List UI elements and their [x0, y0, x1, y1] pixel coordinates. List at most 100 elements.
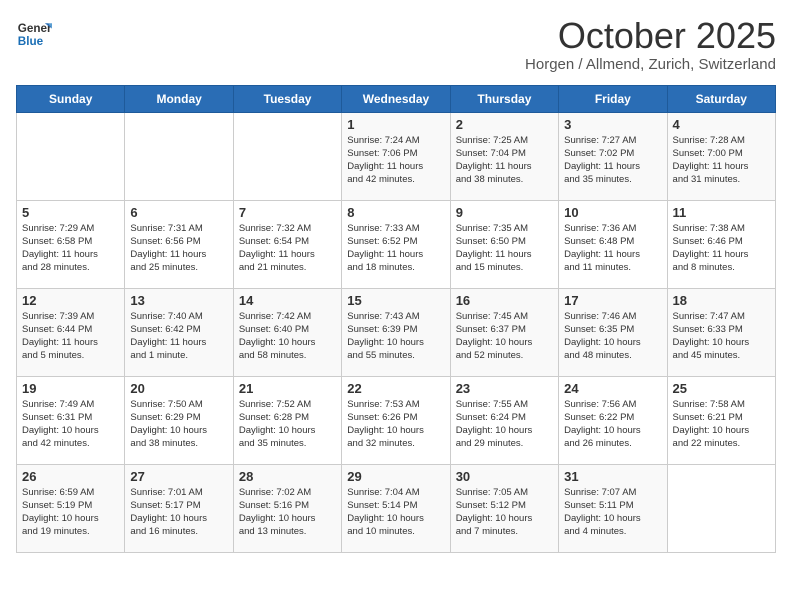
header-row: SundayMondayTuesdayWednesdayThursdayFrid…	[17, 85, 776, 112]
day-number: 21	[239, 381, 336, 396]
day-info: Sunrise: 7:36 AMSunset: 6:48 PMDaylight:…	[564, 222, 661, 275]
day-number: 20	[130, 381, 227, 396]
week-row-1: 1 Sunrise: 7:24 AMSunset: 7:06 PMDaylight…	[17, 112, 776, 200]
calendar-cell: 31 Sunrise: 7:07 AMSunset: 5:11 PMDayligh…	[559, 464, 667, 552]
day-number: 4	[673, 117, 770, 132]
week-row-3: 12Sunrise: 7:39 AMSunset: 6:44 PMDayligh…	[17, 288, 776, 376]
day-number: 9	[456, 205, 553, 220]
location: Horgen / Allmend, Zurich, Switzerland	[525, 56, 776, 73]
day-number: 24	[564, 381, 661, 396]
day-info: Sunrise: 7:27 AMSunset: 7:02 PMDaylight:…	[564, 134, 661, 187]
day-header-tuesday: Tuesday	[233, 85, 341, 112]
day-info: Sunrise: 7:04 AMSunset: 5:14 PMDaylight:…	[347, 486, 444, 539]
calendar-cell	[233, 112, 341, 200]
calendar-cell: 10Sunrise: 7:36 AMSunset: 6:48 PMDayligh…	[559, 200, 667, 288]
calendar-cell: 1 Sunrise: 7:24 AMSunset: 7:06 PMDaylight…	[342, 112, 450, 200]
calendar-cell: 23Sunrise: 7:55 AMSunset: 6:24 PMDayligh…	[450, 376, 558, 464]
calendar-cell: 3 Sunrise: 7:27 AMSunset: 7:02 PMDaylight…	[559, 112, 667, 200]
day-info: Sunrise: 7:32 AMSunset: 6:54 PMDaylight:…	[239, 222, 336, 275]
calendar-cell: 8Sunrise: 7:33 AMSunset: 6:52 PMDaylight…	[342, 200, 450, 288]
day-number: 30	[456, 469, 553, 484]
day-header-sunday: Sunday	[17, 85, 125, 112]
day-info: Sunrise: 7:05 AMSunset: 5:12 PMDaylight:…	[456, 486, 553, 539]
svg-text:Blue: Blue	[18, 35, 44, 48]
day-number: 14	[239, 293, 336, 308]
day-info: Sunrise: 7:31 AMSunset: 6:56 PMDaylight:…	[130, 222, 227, 275]
day-number: 3	[564, 117, 661, 132]
calendar-cell: 18Sunrise: 7:47 AMSunset: 6:33 PMDayligh…	[667, 288, 775, 376]
day-info: Sunrise: 7:40 AMSunset: 6:42 PMDaylight:…	[130, 310, 227, 363]
day-number: 18	[673, 293, 770, 308]
day-header-friday: Friday	[559, 85, 667, 112]
calendar-cell: 27Sunrise: 7:01 AMSunset: 5:17 PMDayligh…	[125, 464, 233, 552]
day-header-wednesday: Wednesday	[342, 85, 450, 112]
day-info: Sunrise: 7:45 AMSunset: 6:37 PMDaylight:…	[456, 310, 553, 363]
day-info: Sunrise: 7:43 AMSunset: 6:39 PMDaylight:…	[347, 310, 444, 363]
day-info: Sunrise: 7:56 AMSunset: 6:22 PMDaylight:…	[564, 398, 661, 451]
day-header-saturday: Saturday	[667, 85, 775, 112]
calendar-cell: 9 Sunrise: 7:35 AMSunset: 6:50 PMDaylight…	[450, 200, 558, 288]
logo: General Blue	[16, 16, 52, 52]
day-number: 28	[239, 469, 336, 484]
calendar-cell: 26 Sunrise: 6:59 AMSunset: 5:19 PMDayligh…	[17, 464, 125, 552]
calendar-cell: 15Sunrise: 7:43 AMSunset: 6:39 PMDayligh…	[342, 288, 450, 376]
day-info: Sunrise: 7:50 AMSunset: 6:29 PMDaylight:…	[130, 398, 227, 451]
calendar-cell	[667, 464, 775, 552]
page-header: General Blue October 2025 Horgen / Allme…	[16, 16, 776, 73]
title-block: October 2025 Horgen / Allmend, Zurich, S…	[525, 16, 776, 73]
day-info: Sunrise: 7:02 AMSunset: 5:16 PMDaylight:…	[239, 486, 336, 539]
day-number: 1	[347, 117, 444, 132]
day-info: Sunrise: 7:38 AMSunset: 6:46 PMDaylight:…	[673, 222, 770, 275]
day-info: Sunrise: 7:58 AMSunset: 6:21 PMDaylight:…	[673, 398, 770, 451]
day-info: Sunrise: 7:24 AMSunset: 7:06 PMDaylight:…	[347, 134, 444, 187]
month-title: October 2025	[525, 16, 776, 56]
day-number: 11	[673, 205, 770, 220]
calendar-cell: 13 Sunrise: 7:40 AMSunset: 6:42 PMDayligh…	[125, 288, 233, 376]
day-info: Sunrise: 7:52 AMSunset: 6:28 PMDaylight:…	[239, 398, 336, 451]
day-info: Sunrise: 7:07 AMSunset: 5:11 PMDaylight:…	[564, 486, 661, 539]
day-info: Sunrise: 7:29 AMSunset: 6:58 PMDaylight:…	[22, 222, 119, 275]
week-row-4: 19Sunrise: 7:49 AMSunset: 6:31 PMDayligh…	[17, 376, 776, 464]
day-info: Sunrise: 7:28 AMSunset: 7:00 PMDaylight:…	[673, 134, 770, 187]
day-info: Sunrise: 7:39 AMSunset: 6:44 PMDaylight:…	[22, 310, 119, 363]
calendar-cell	[125, 112, 233, 200]
day-info: Sunrise: 7:46 AMSunset: 6:35 PMDaylight:…	[564, 310, 661, 363]
day-number: 17	[564, 293, 661, 308]
day-info: Sunrise: 7:33 AMSunset: 6:52 PMDaylight:…	[347, 222, 444, 275]
week-row-5: 26 Sunrise: 6:59 AMSunset: 5:19 PMDayligh…	[17, 464, 776, 552]
calendar-cell: 11 Sunrise: 7:38 AMSunset: 6:46 PMDayligh…	[667, 200, 775, 288]
calendar-cell: 20 Sunrise: 7:50 AMSunset: 6:29 PMDayligh…	[125, 376, 233, 464]
day-number: 25	[673, 381, 770, 396]
calendar-cell: 7Sunrise: 7:32 AMSunset: 6:54 PMDaylight…	[233, 200, 341, 288]
calendar-cell: 28 Sunrise: 7:02 AMSunset: 5:16 PMDayligh…	[233, 464, 341, 552]
day-number: 29	[347, 469, 444, 484]
calendar-cell: 30 Sunrise: 7:05 AMSunset: 5:12 PMDayligh…	[450, 464, 558, 552]
day-info: Sunrise: 7:55 AMSunset: 6:24 PMDaylight:…	[456, 398, 553, 451]
calendar-cell: 17 Sunrise: 7:46 AMSunset: 6:35 PMDayligh…	[559, 288, 667, 376]
calendar-cell: 6Sunrise: 7:31 AMSunset: 6:56 PMDaylight…	[125, 200, 233, 288]
day-number: 26	[22, 469, 119, 484]
calendar-cell	[17, 112, 125, 200]
day-info: Sunrise: 7:49 AMSunset: 6:31 PMDaylight:…	[22, 398, 119, 451]
logo-icon: General Blue	[16, 16, 52, 52]
day-info: Sunrise: 7:42 AMSunset: 6:40 PMDaylight:…	[239, 310, 336, 363]
day-header-thursday: Thursday	[450, 85, 558, 112]
day-number: 16	[456, 293, 553, 308]
day-info: Sunrise: 6:59 AMSunset: 5:19 PMDaylight:…	[22, 486, 119, 539]
calendar-cell: 16 Sunrise: 7:45 AMSunset: 6:37 PMDayligh…	[450, 288, 558, 376]
week-row-2: 5Sunrise: 7:29 AMSunset: 6:58 PMDaylight…	[17, 200, 776, 288]
day-header-monday: Monday	[125, 85, 233, 112]
day-info: Sunrise: 7:01 AMSunset: 5:17 PMDaylight:…	[130, 486, 227, 539]
calendar-cell: 22Sunrise: 7:53 AMSunset: 6:26 PMDayligh…	[342, 376, 450, 464]
day-info: Sunrise: 7:35 AMSunset: 6:50 PMDaylight:…	[456, 222, 553, 275]
day-number: 13	[130, 293, 227, 308]
calendar-cell: 29 Sunrise: 7:04 AMSunset: 5:14 PMDayligh…	[342, 464, 450, 552]
day-number: 31	[564, 469, 661, 484]
calendar-cell: 14 Sunrise: 7:42 AMSunset: 6:40 PMDayligh…	[233, 288, 341, 376]
calendar-cell: 5Sunrise: 7:29 AMSunset: 6:58 PMDaylight…	[17, 200, 125, 288]
calendar-cell: 4 Sunrise: 7:28 AMSunset: 7:00 PMDaylight…	[667, 112, 775, 200]
calendar-cell: 19Sunrise: 7:49 AMSunset: 6:31 PMDayligh…	[17, 376, 125, 464]
day-info: Sunrise: 7:53 AMSunset: 6:26 PMDaylight:…	[347, 398, 444, 451]
calendar-cell: 25 Sunrise: 7:58 AMSunset: 6:21 PMDayligh…	[667, 376, 775, 464]
calendar-cell: 2Sunrise: 7:25 AMSunset: 7:04 PMDaylight…	[450, 112, 558, 200]
